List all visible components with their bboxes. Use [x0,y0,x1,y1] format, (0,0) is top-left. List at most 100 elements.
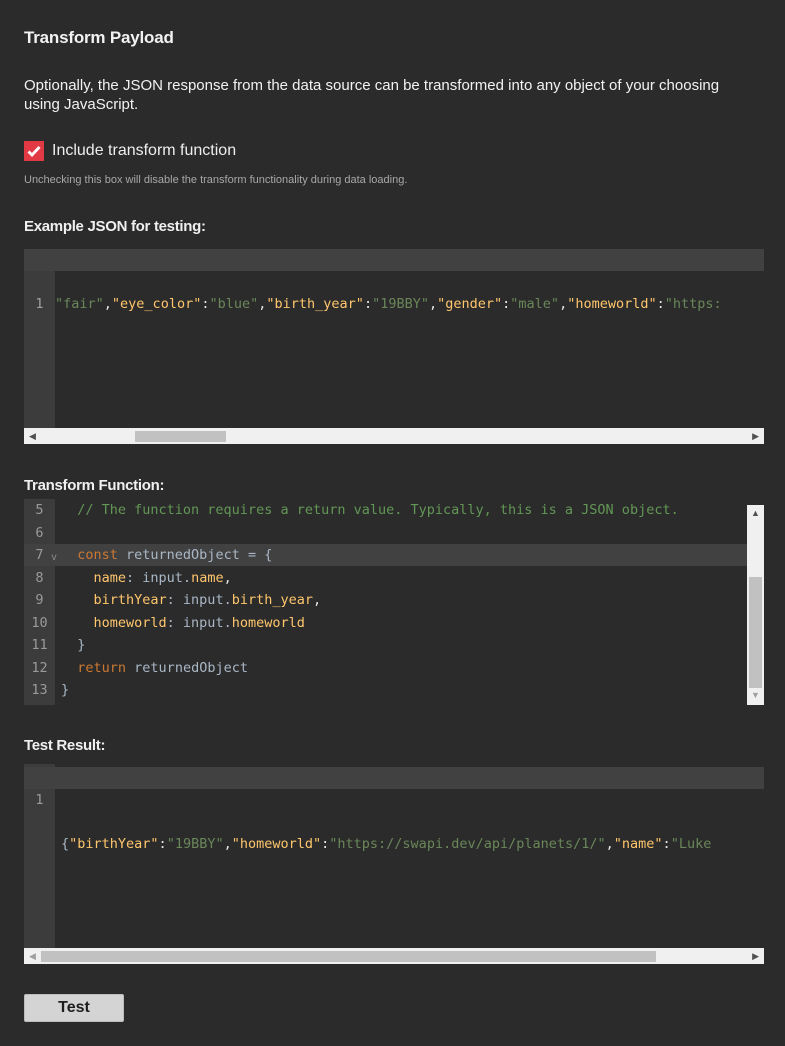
code-token: } [61,637,86,653]
code-token: // The function requires a return value.… [61,502,679,518]
code-token: , [223,569,232,586]
code-token: { [61,836,70,852]
example-json-hscrollbar[interactable]: ◀ ▶ [24,428,764,444]
code-token: birthYear [93,592,167,608]
test-result-editor[interactable]: 1 {"birthYear":"19BBY","homeworld":"http… [24,764,764,948]
code-content: } [61,679,69,701]
line-number: 11 [31,637,48,653]
include-transform-label[interactable]: Include transform function [52,142,236,160]
example-json-editor[interactable]: "fair","eye_color":"blue","birth_year":"… [24,249,764,428]
code-content: birthYear: input.birth_year, [61,589,322,611]
scroll-left-arrow-icon[interactable]: ◀ [29,951,36,962]
code-content: } [61,634,85,656]
code-token: "19BBY" [166,836,224,852]
code-token: "birthYear" [69,836,159,852]
line-number: 12 [31,659,48,676]
code-token: : input. [126,569,192,586]
code-token: return [77,659,127,676]
code-line[interactable]: 11 } [24,634,747,656]
scroll-right-arrow-icon[interactable]: ▶ [752,951,759,962]
code-token: : [662,836,671,852]
code-token: returnedObject = { [117,547,273,563]
include-transform-checkbox[interactable] [24,141,44,161]
include-transform-row[interactable]: Include transform function [24,141,236,161]
code-line[interactable]: 8 name: input.name, [24,567,747,589]
code-token: : input. [166,592,232,608]
code-token: "fair" [55,296,104,312]
test-button[interactable]: Test [24,994,124,1022]
description: Optionally, the JSON response from the d… [24,77,720,113]
code-token: , [559,296,568,312]
line-number: 13 [31,682,48,698]
code-token: "birth_year" [266,296,364,312]
example-json-label: Example JSON for testing: [24,218,206,235]
transform-function-vscrollbar[interactable]: ▲ ▼ [747,505,764,705]
scroll-thumb[interactable] [749,577,762,688]
code-line[interactable]: 13} [24,679,747,701]
line-number: 8 [35,569,44,586]
code-token: "eye_color" [111,296,202,312]
code-token: "blue" [209,296,259,312]
code-token: const [77,547,118,563]
code-token: "gender" [437,296,503,312]
code-content: // The function requires a return value.… [61,499,679,521]
code-token: homeworld [231,614,305,631]
code-token: } [61,682,70,698]
code-token: : input. [166,614,232,631]
line-number: 10 [31,614,48,631]
line-number: 5 [35,502,44,518]
line-number: 9 [35,592,44,608]
code-token: "Luke [670,836,712,852]
code-content: homeworld: input.homeworld [61,612,305,634]
code-line[interactable]: 5 // The function requires a return valu… [24,499,747,521]
code-token: , [428,296,438,312]
transform-function-label: Transform Function: [24,477,165,494]
code-token: : [363,296,373,312]
transform-function-editor[interactable]: 5 // The function requires a return valu… [24,499,747,705]
code-token: name [191,569,224,586]
code-content: "fair","eye_color":"blue","birth_year":"… [55,293,722,315]
code-content: {"birthYear":"19BBY","homeworld":"https:… [61,833,711,855]
code-token: , [312,592,322,608]
code-content: name: input.name, [61,567,232,589]
line-number: 1 [35,792,44,808]
scroll-thumb[interactable] [135,431,226,442]
code-line[interactable]: 9 birthYear: input.birth_year, [24,589,747,611]
code-token: homeworld [93,614,167,631]
code-token: "19BBY" [372,296,429,312]
code-token: , [103,296,112,312]
code-token: returnedObject [126,659,248,676]
test-result-label: Test Result: [24,737,106,754]
code-content: return returnedObject [61,657,248,679]
checkmark-icon [27,146,41,157]
test-result-hscrollbar[interactable]: ◀ ▶ [24,948,764,964]
code-token: : [158,836,167,852]
code-token: , [605,836,614,852]
code-token: "https://swapi.dev/api/planets/1/" [329,836,606,852]
code-token: "homeworld" [567,296,657,312]
code-line[interactable]: 1 {"birthYear":"19BBY","homeworld":"http… [24,767,764,852]
scroll-thumb[interactable] [41,951,656,962]
code-token: : [656,296,665,312]
code-token: "https: [664,296,722,312]
code-line[interactable]: 7v const returnedObject = { [24,544,747,566]
line-number: 6 [35,524,44,541]
scroll-down-arrow-icon[interactable]: ▼ [751,690,760,700]
scroll-up-arrow-icon[interactable]: ▲ [751,508,760,518]
code-line[interactable]: 12 return returnedObject [24,657,747,679]
line-number: 1 [35,296,44,312]
scroll-left-arrow-icon[interactable]: ◀ [29,431,36,442]
code-token: birth_year [231,592,313,608]
code-token: , [223,836,232,852]
code-line[interactable]: 10 homeworld: input.homeworld [24,612,747,634]
code-line[interactable]: 6 [24,522,747,544]
code-content: const returnedObject = { [61,544,272,566]
code-line[interactable]: "fair","eye_color":"blue","birth_year":"… [24,249,764,312]
scroll-right-arrow-icon[interactable]: ▶ [752,431,759,442]
page-title: Transform Payload [24,28,174,47]
